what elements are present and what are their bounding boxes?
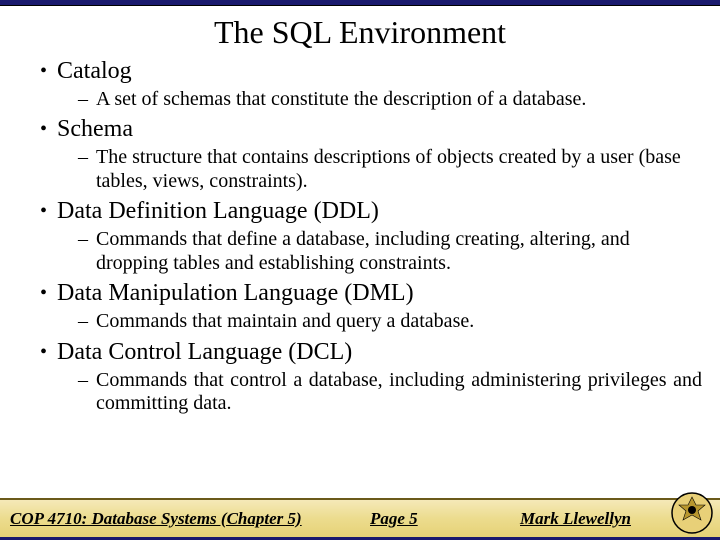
footer-course: COP 4710: Database Systems (Chapter 5) — [10, 509, 302, 529]
sub-text: Commands that define a database, includi… — [96, 228, 702, 275]
bullet-line: • Data Definition Language (DDL) — [18, 197, 702, 226]
bullet-line: • Catalog — [18, 57, 702, 86]
sub-text: Commands that maintain and query a datab… — [96, 310, 474, 334]
ucf-logo-icon — [670, 491, 714, 535]
bullet-heading: Data Control Language (DCL) — [57, 338, 352, 367]
sub-line: – A set of schemas that constitute the d… — [18, 88, 702, 112]
bullet-icon: • — [40, 342, 47, 362]
bullet-item: • Catalog – A set of schemas that consti… — [18, 57, 702, 111]
sub-line: – Commands that define a database, inclu… — [18, 228, 702, 275]
bullet-icon: • — [40, 201, 47, 221]
bullet-line: • Schema — [18, 115, 702, 144]
bullet-heading: Catalog — [57, 57, 132, 86]
sub-text: A set of schemas that constitute the des… — [96, 88, 586, 112]
dash-icon: – — [78, 369, 88, 392]
bullet-heading: Schema — [57, 115, 133, 144]
sub-text: Commands that control a database, includ… — [96, 369, 702, 416]
bullet-heading: Data Manipulation Language (DML) — [57, 279, 414, 308]
dash-icon: – — [78, 228, 88, 251]
sub-line: – Commands that control a database, incl… — [18, 369, 702, 416]
bullet-item: • Data Control Language (DCL) – Commands… — [18, 338, 702, 416]
bullet-heading: Data Definition Language (DDL) — [57, 197, 379, 226]
slide-title: The SQL Environment — [0, 14, 720, 51]
bullet-icon: • — [40, 283, 47, 303]
slide: The SQL Environment • Catalog – A set of… — [0, 0, 720, 540]
sub-line: – Commands that maintain and query a dat… — [18, 310, 702, 334]
sub-text: The structure that contains descriptions… — [96, 146, 702, 193]
footer: COP 4710: Database Systems (Chapter 5) P… — [0, 498, 720, 540]
footer-author: Mark Llewellyn — [520, 509, 631, 529]
footer-page: Page 5 — [370, 509, 418, 529]
bullet-item: • Data Manipulation Language (DML) – Com… — [18, 279, 702, 333]
sub-line: – The structure that contains descriptio… — [18, 146, 702, 193]
bullet-item: • Data Definition Language (DDL) – Comma… — [18, 197, 702, 275]
dash-icon: – — [78, 310, 88, 333]
top-border — [0, 0, 720, 6]
bullet-line: • Data Control Language (DCL) — [18, 338, 702, 367]
bullet-icon: • — [40, 61, 47, 81]
content-area: • Catalog – A set of schemas that consti… — [0, 57, 720, 498]
dash-icon: – — [78, 88, 88, 111]
dash-icon: – — [78, 146, 88, 169]
bullet-icon: • — [40, 119, 47, 139]
bullet-item: • Schema – The structure that contains d… — [18, 115, 702, 193]
bullet-line: • Data Manipulation Language (DML) — [18, 279, 702, 308]
